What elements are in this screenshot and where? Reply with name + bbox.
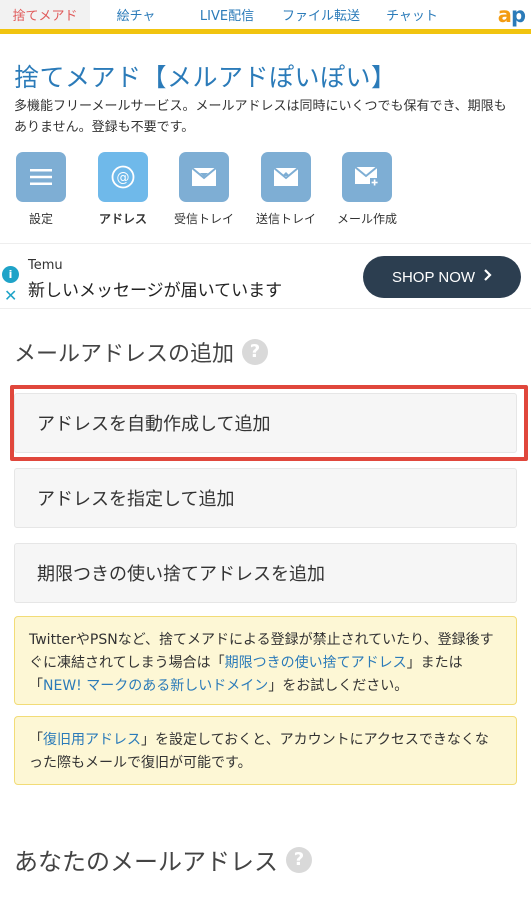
your-addresses-heading-text: あなたのメールアドレス — [14, 848, 278, 876]
nav-accent-bar — [0, 29, 531, 34]
ad-info-icon[interactable]: i — [2, 266, 19, 283]
site-logo[interactable]: ap — [498, 3, 526, 27]
highlight-box — [10, 385, 528, 461]
settings-button[interactable]: 設定 — [6, 152, 76, 227]
add-address-heading: メールアドレスの追加 ? — [14, 336, 269, 368]
help-icon[interactable]: ? — [242, 339, 269, 365]
chevron-right-icon — [483, 268, 492, 286]
ad-banner[interactable]: i ✕ Temu 新しいメッセージが届いています SHOP NOW — [0, 243, 531, 309]
ad-message: 新しいメッセージが届いています — [28, 281, 283, 301]
tab-echa[interactable]: 絵チャ — [95, 0, 177, 29]
top-nav: 捨てメアド 絵チャ LIVE配信 ファイル転送 チャット ap — [0, 0, 531, 34]
new-domain-link[interactable]: NEW! マークのある新しいドメイン — [43, 678, 268, 694]
icon-button-row: 設定 @ アドレス 受信トレイ 送信トレイ メール作成 — [0, 152, 531, 232]
tab-sute-meado[interactable]: 捨てメアド — [0, 0, 90, 29]
inbox-label: 受信トレイ — [173, 212, 234, 226]
settings-label: 設定 — [28, 212, 53, 226]
temporary-address-link[interactable]: 期限つきの使い捨てアドレス — [225, 655, 407, 671]
svg-text:@: @ — [117, 171, 130, 186]
note2-text-pre: 「 — [29, 732, 43, 748]
your-addresses-heading: あなたのメールアドレス ? — [14, 842, 312, 877]
address-label: アドレス — [98, 212, 147, 226]
menu-icon — [16, 152, 66, 202]
page-description: 多機能フリーメールサービス。メールアドレスは同時にいくつでも保有でき、期限もあり… — [14, 99, 507, 135]
tab-file-transfer[interactable]: ファイル転送 — [275, 0, 367, 29]
shop-now-label: SHOP NOW — [391, 268, 476, 286]
recovery-address-link[interactable]: 復旧用アドレス — [43, 732, 141, 748]
temporary-address-button[interactable]: 期限つきの使い捨てアドレスを追加 — [14, 543, 517, 603]
inbox-icon — [179, 152, 229, 202]
info-note-banned: TwitterやPSNなど、捨てメアドによる登録が禁止されていたり、登録後すぐに… — [14, 616, 517, 705]
tab-live[interactable]: LIVE配信 — [182, 0, 272, 29]
compose-icon — [342, 152, 392, 202]
address-button[interactable]: @ アドレス — [88, 152, 158, 227]
page-title: 捨てメアド【メルアドぽいぽい】 — [14, 63, 397, 92]
at-icon: @ — [98, 152, 148, 202]
outbox-icon — [261, 152, 311, 202]
compose-button[interactable]: メール作成 — [332, 152, 402, 227]
outbox-button[interactable]: 送信トレイ — [251, 152, 321, 227]
ad-close-icon[interactable]: ✕ — [4, 286, 17, 305]
outbox-label: 送信トレイ — [255, 212, 316, 226]
compose-label: メール作成 — [336, 212, 397, 226]
inbox-button[interactable]: 受信トレイ — [169, 152, 239, 227]
ad-brand: Temu — [28, 258, 63, 273]
tab-chat[interactable]: チャット — [372, 0, 452, 29]
shop-now-button[interactable]: SHOP NOW — [363, 256, 521, 298]
add-address-heading-text: メールアドレスの追加 — [14, 342, 235, 367]
specify-address-button[interactable]: アドレスを指定して追加 — [14, 468, 517, 528]
help-icon[interactable]: ? — [286, 846, 312, 873]
info-note-recovery: 「復旧用アドレス」を設定しておくと、アカウントにアクセスできなくなった際もメール… — [14, 716, 517, 785]
note1-text-post: 」をお試しください。 — [268, 678, 409, 694]
